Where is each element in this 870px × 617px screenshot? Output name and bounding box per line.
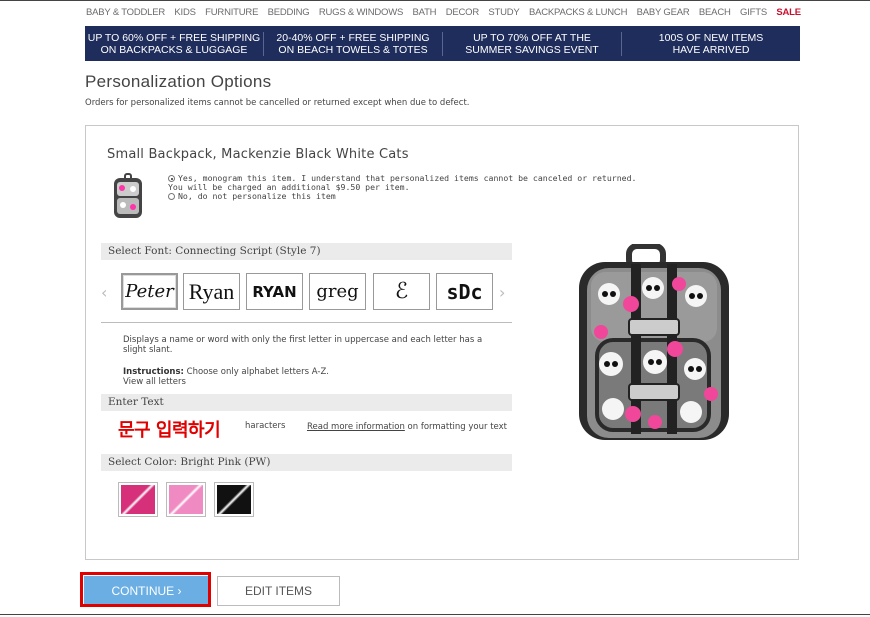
promo-banner: UP TO 60% OFF + FREE SHIPPING ON BACKPACK… [85, 26, 800, 61]
highlight-annotation [80, 572, 211, 607]
font-tile-initial[interactable]: ℰ [373, 273, 430, 310]
font-next-arrow[interactable]: › [499, 283, 505, 302]
nav-item-rugs-windows[interactable]: RUGS & WINDOWS [319, 7, 403, 18]
backpack-product-image [579, 244, 729, 440]
divider [101, 322, 512, 323]
font-tile-monogram[interactable]: sDc [436, 273, 493, 310]
promo-line: UP TO 60% OFF + FREE SHIPPING [87, 31, 261, 44]
category-nav: BABY & TODDLER KIDS FURNITURE BEDDING RU… [86, 7, 801, 18]
nav-item-kids[interactable]: KIDS [174, 7, 196, 18]
font-tile-serif[interactable]: Ryan [183, 273, 240, 310]
nav-item-study[interactable]: STUDY [488, 7, 519, 18]
view-all-letters-link[interactable]: View all letters [123, 377, 186, 387]
page-title: Personalization Options [85, 72, 272, 91]
font-tile-block[interactable]: RYAN [246, 273, 303, 310]
nav-item-gifts[interactable]: GIFTS [740, 7, 767, 18]
promo-line: ON BACKPACKS & LUGGAGE [100, 43, 248, 56]
swatch-fill [121, 485, 155, 514]
nav-item-furniture[interactable]: FURNITURE [205, 7, 258, 18]
font-prev-arrow[interactable]: ‹ [101, 283, 107, 302]
monogram-no-option[interactable]: No, do not personalize this item [168, 192, 636, 201]
nav-item-sale[interactable]: SALE [776, 7, 801, 18]
edit-items-button[interactable]: EDIT ITEMS [217, 576, 340, 606]
nav-item-decor[interactable]: DECOR [446, 7, 480, 18]
enter-text-header: Enter Text [101, 394, 512, 411]
color-swatch-light-pink[interactable] [166, 482, 206, 517]
promo-new-items[interactable]: 100s OF NEW ITEMS HAVE ARRIVED [621, 31, 800, 56]
promo-line: 100s OF NEW ITEMS [658, 31, 764, 44]
product-name: Small Backpack, Mackenzie Black White Ca… [107, 147, 409, 162]
promo-line: 20-40% OFF + FREE SHIPPING [276, 31, 430, 44]
promo-line: SUMMER SAVINGS EVENT [465, 43, 599, 56]
radio-yes[interactable] [168, 175, 175, 182]
nav-item-backpacks-lunch[interactable]: BACKPACKS & LUNCH [529, 7, 628, 18]
promo-line: UP TO 70% OFF AT THE [473, 31, 591, 44]
select-color-header: Select Color: Bright Pink (PW) [101, 454, 512, 471]
font-tile-script[interactable]: Peter [121, 273, 178, 310]
instructions-label: Instructions: [123, 367, 184, 377]
nav-item-bath[interactable]: BATH [413, 7, 437, 18]
formatting-info: Read more information on formatting your… [307, 422, 507, 432]
instructions-text: Choose only alphabet letters A-Z. [186, 367, 329, 377]
promo-line: ON BEACH TOWELS & TOTES [278, 43, 428, 56]
input-annotation: 문구 입력하기 [118, 420, 221, 441]
color-swatch-bright-pink[interactable] [118, 482, 158, 517]
swatch-fill [169, 485, 203, 514]
top-border [0, 0, 870, 1]
nav-item-bedding[interactable]: BEDDING [268, 7, 310, 18]
color-swatch-black[interactable] [214, 482, 254, 517]
promo-beach[interactable]: 20-40% OFF + FREE SHIPPING ON BEACH TOWEL… [263, 31, 442, 56]
monogram-options: Yes, monogram this item. I understand th… [168, 174, 636, 201]
font-description: Displays a name or word with only the fi… [123, 335, 483, 355]
option-no-label: No, do not personalize this item [178, 191, 336, 201]
radio-no[interactable] [168, 193, 175, 200]
promo-summer-savings[interactable]: UP TO 70% OFF AT THE SUMMER SAVINGS EVENT [442, 31, 621, 56]
character-limit-text: haracters [245, 421, 286, 431]
nav-item-baby-gear[interactable]: BABY GEAR [637, 7, 690, 18]
backpack-thumbnail [114, 173, 142, 218]
font-instructions: Instructions: Choose only alphabet lette… [123, 367, 329, 377]
read-more-rest: on formatting your text [407, 422, 507, 432]
promo-backpacks[interactable]: UP TO 60% OFF + FREE SHIPPING ON BACKPACK… [85, 32, 263, 56]
nav-item-baby-toddler[interactable]: BABY & TODDLER [86, 7, 165, 18]
font-tile-lowercase[interactable]: greg [309, 273, 366, 310]
page-subtitle: Orders for personalized items cannot be … [85, 98, 470, 108]
swatch-fill [217, 485, 251, 514]
read-more-link[interactable]: Read more information [307, 422, 405, 432]
select-font-header: Select Font: Connecting Script (Style 7) [101, 243, 512, 260]
personalization-panel: Small Backpack, Mackenzie Black White Ca… [85, 125, 799, 560]
bottom-border [0, 614, 870, 615]
promo-line: HAVE ARRIVED [672, 43, 750, 56]
nav-item-beach[interactable]: BEACH [699, 7, 731, 18]
